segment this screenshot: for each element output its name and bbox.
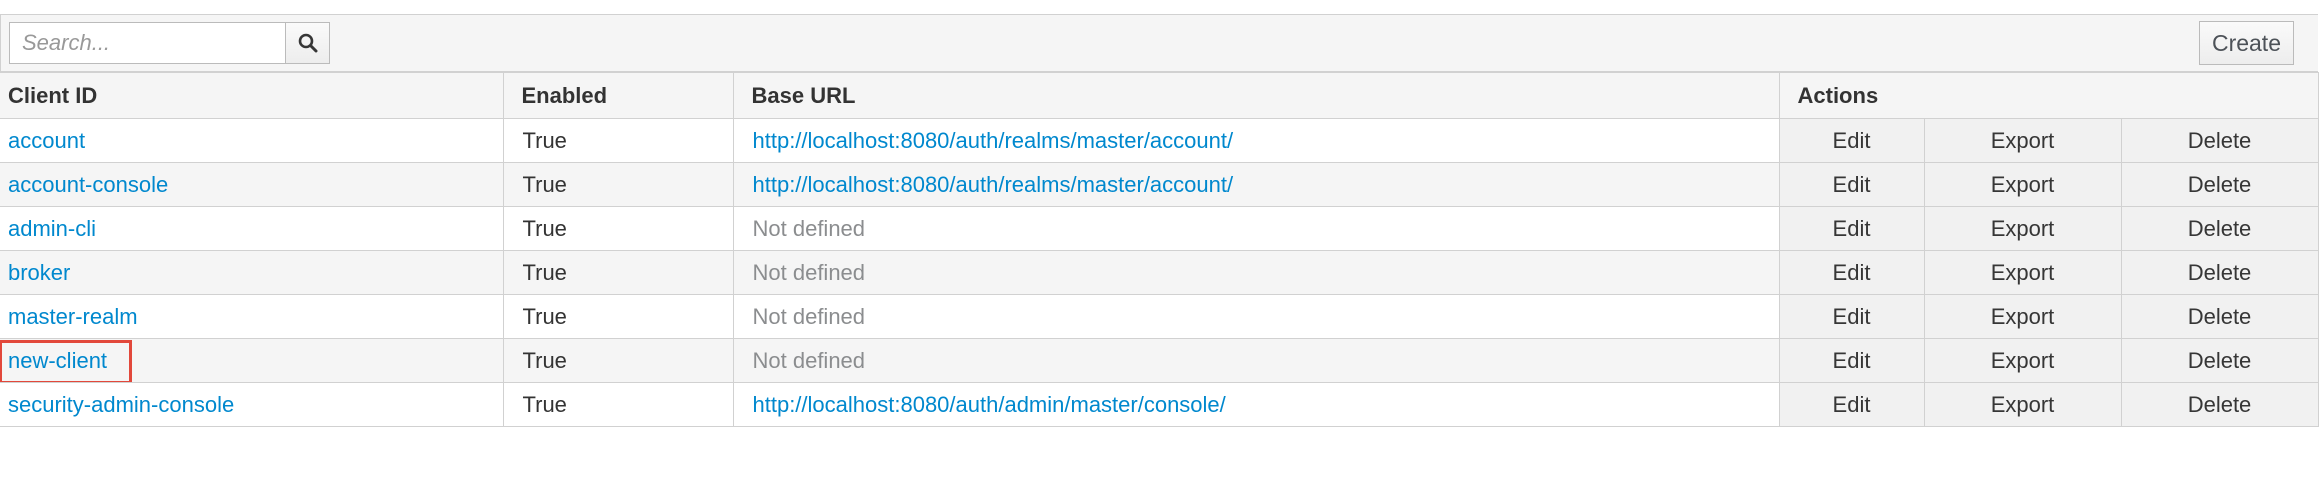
base-url-text: Not defined — [752, 259, 866, 285]
client-id-link[interactable]: account — [8, 128, 85, 153]
base-url-cell: Not defined — [732, 294, 1780, 339]
client-id-cell: admin-cli — [0, 206, 504, 251]
search-input[interactable] — [10, 23, 285, 63]
column-header-base-url[interactable]: Base URL — [732, 72, 1780, 119]
edit-button[interactable]: Edit — [1778, 382, 1925, 427]
base-url-link[interactable]: http://localhost:8080/auth/realms/master… — [753, 128, 1234, 153]
base-url-cell: Not defined — [732, 206, 1780, 251]
base-url-cell: http://localhost:8080/auth/realms/master… — [732, 162, 1780, 207]
table-row: new-client True Not defined Edit Export Delet… — [0, 338, 2319, 383]
export-button[interactable]: Export — [1923, 162, 2122, 207]
search-icon — [298, 33, 317, 53]
client-id-link[interactable]: security-admin-console — [8, 392, 234, 417]
edit-button[interactable]: Edit — [1778, 250, 1925, 295]
export-button[interactable]: Export — [1923, 338, 2122, 383]
base-url-cell: Not defined — [732, 338, 1780, 383]
client-id-link[interactable]: broker — [8, 260, 70, 285]
column-header-actions: Actions — [1778, 72, 2319, 119]
enabled-cell: True — [502, 118, 734, 163]
client-id-link[interactable]: account-console — [8, 172, 168, 197]
enabled-cell: True — [502, 294, 734, 339]
table-row: master-realm True Not defined Edit Export Del… — [0, 294, 2319, 339]
delete-button[interactable]: Delete — [2120, 118, 2319, 163]
enabled-cell: True — [502, 338, 734, 383]
export-button[interactable]: Export — [1923, 250, 2122, 295]
base-url-cell: Not defined — [732, 250, 1780, 295]
delete-button[interactable]: Delete — [2120, 294, 2319, 339]
table-header-row: Client ID Enabled Base URL Actions — [0, 72, 2319, 119]
search-field[interactable] — [9, 22, 286, 64]
base-url-cell: http://localhost:8080/auth/realms/master… — [732, 118, 1780, 163]
delete-button[interactable]: Delete — [2120, 206, 2319, 251]
client-id-cell: master-realm — [0, 294, 504, 339]
enabled-cell: True — [502, 162, 734, 207]
clients-table: Client ID Enabled Base URL Actions accou… — [0, 72, 2319, 427]
base-url-cell: http://localhost:8080/auth/admin/master/… — [732, 382, 1780, 427]
delete-button[interactable]: Delete — [2120, 250, 2319, 295]
search-button[interactable] — [286, 22, 330, 64]
base-url-text: Not defined — [752, 303, 866, 329]
delete-button[interactable]: Delete — [2120, 338, 2319, 383]
base-url-text: Not defined — [752, 215, 866, 241]
enabled-cell: True — [502, 382, 734, 427]
base-url-text: Not defined — [752, 347, 866, 373]
client-id-cell: new-client — [0, 338, 504, 383]
client-id-cell: security-admin-console — [0, 382, 504, 427]
clients-panel: Create Client ID Enabled Base URL Action… — [0, 14, 2319, 427]
edit-button[interactable]: Edit — [1778, 338, 1925, 383]
edit-button[interactable]: Edit — [1778, 294, 1925, 339]
toolbar: Create — [0, 14, 2318, 72]
create-button[interactable]: Create — [2198, 21, 2294, 65]
client-id-link[interactable]: master-realm — [8, 304, 138, 329]
table-row: admin-cli True Not defined Edit Export Delete — [0, 206, 2319, 251]
client-id-link[interactable]: new-client — [8, 348, 107, 373]
export-button[interactable]: Export — [1923, 294, 2122, 339]
table-row: account True http://localhost:8080/auth/re… — [0, 118, 2319, 163]
export-button[interactable]: Export — [1923, 118, 2122, 163]
edit-button[interactable]: Edit — [1778, 118, 1925, 163]
client-id-cell: account-console — [0, 162, 504, 207]
column-header-enabled[interactable]: Enabled — [502, 72, 734, 119]
client-id-cell: broker — [0, 250, 504, 295]
edit-button[interactable]: Edit — [1778, 162, 1925, 207]
client-id-cell: account — [0, 118, 504, 163]
client-id-link[interactable]: admin-cli — [8, 216, 96, 241]
base-url-link[interactable]: http://localhost:8080/auth/admin/master/… — [753, 392, 1226, 417]
enabled-cell: True — [502, 250, 734, 295]
edit-button[interactable]: Edit — [1778, 206, 1925, 251]
delete-button[interactable]: Delete — [2120, 382, 2319, 427]
export-button[interactable]: Export — [1923, 382, 2122, 427]
table-row: account-console True http://localhost:8080… — [0, 162, 2319, 207]
base-url-link[interactable]: http://localhost:8080/auth/realms/master… — [753, 172, 1234, 197]
table-row: broker True Not defined Edit Export Delete — [0, 250, 2319, 295]
enabled-cell: True — [502, 206, 734, 251]
table-row: security-admin-console True http://localho… — [0, 382, 2319, 427]
delete-button[interactable]: Delete — [2120, 162, 2319, 207]
export-button[interactable]: Export — [1923, 206, 2122, 251]
column-header-client-id[interactable]: Client ID — [0, 72, 504, 119]
